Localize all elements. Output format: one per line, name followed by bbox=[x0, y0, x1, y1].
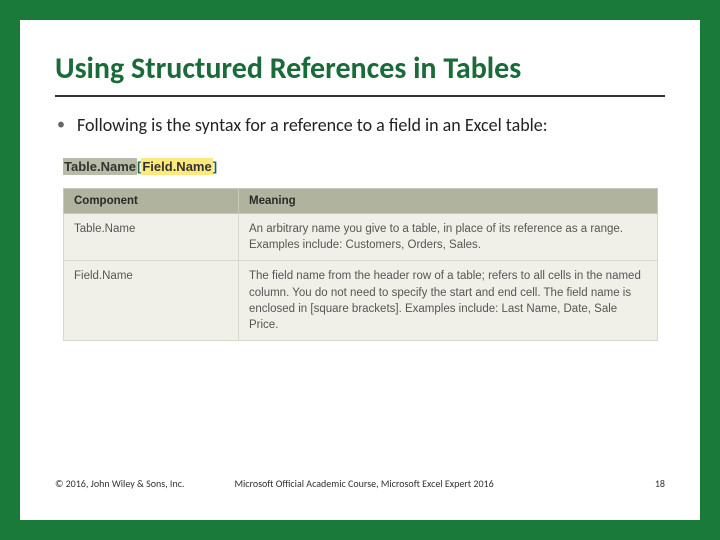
bullet-dot: • bbox=[57, 113, 65, 137]
footer-page-number: 18 bbox=[655, 477, 665, 490]
syntax-example: Table.Name[Field.Name] bbox=[63, 157, 665, 176]
header-meaning: Meaning bbox=[239, 189, 658, 214]
syntax-field-part: Field.Name bbox=[141, 158, 212, 175]
slide-title: Using Structured References in Tables bbox=[55, 50, 665, 97]
slide-footer: © 2016, John Wiley & Sons, Inc. Microsof… bbox=[55, 477, 665, 490]
bullet-item: • Following is the syntax for a referenc… bbox=[55, 113, 665, 137]
header-component: Component bbox=[64, 189, 239, 214]
cell-meaning: The field name from the header row of a … bbox=[239, 261, 658, 340]
definition-table: Component Meaning Table.Name An arbitrar… bbox=[63, 188, 658, 341]
syntax-right-bracket: ] bbox=[213, 159, 217, 174]
slide: Using Structured References in Tables • … bbox=[20, 20, 700, 520]
cell-component: Field.Name bbox=[64, 261, 239, 340]
cell-component: Table.Name bbox=[64, 214, 239, 261]
table-header-row: Component Meaning bbox=[64, 189, 658, 214]
footer-course: Microsoft Official Academic Course, Micr… bbox=[184, 477, 654, 490]
bullet-text: Following is the syntax for a reference … bbox=[77, 113, 548, 137]
footer-copyright: © 2016, John Wiley & Sons, Inc. bbox=[55, 477, 184, 490]
syntax-table-part: Table.Name bbox=[63, 158, 137, 175]
cell-meaning: An arbitrary name you give to a table, i… bbox=[239, 214, 658, 261]
table-row: Field.Name The field name from the heade… bbox=[64, 261, 658, 340]
table-row: Table.Name An arbitrary name you give to… bbox=[64, 214, 658, 261]
